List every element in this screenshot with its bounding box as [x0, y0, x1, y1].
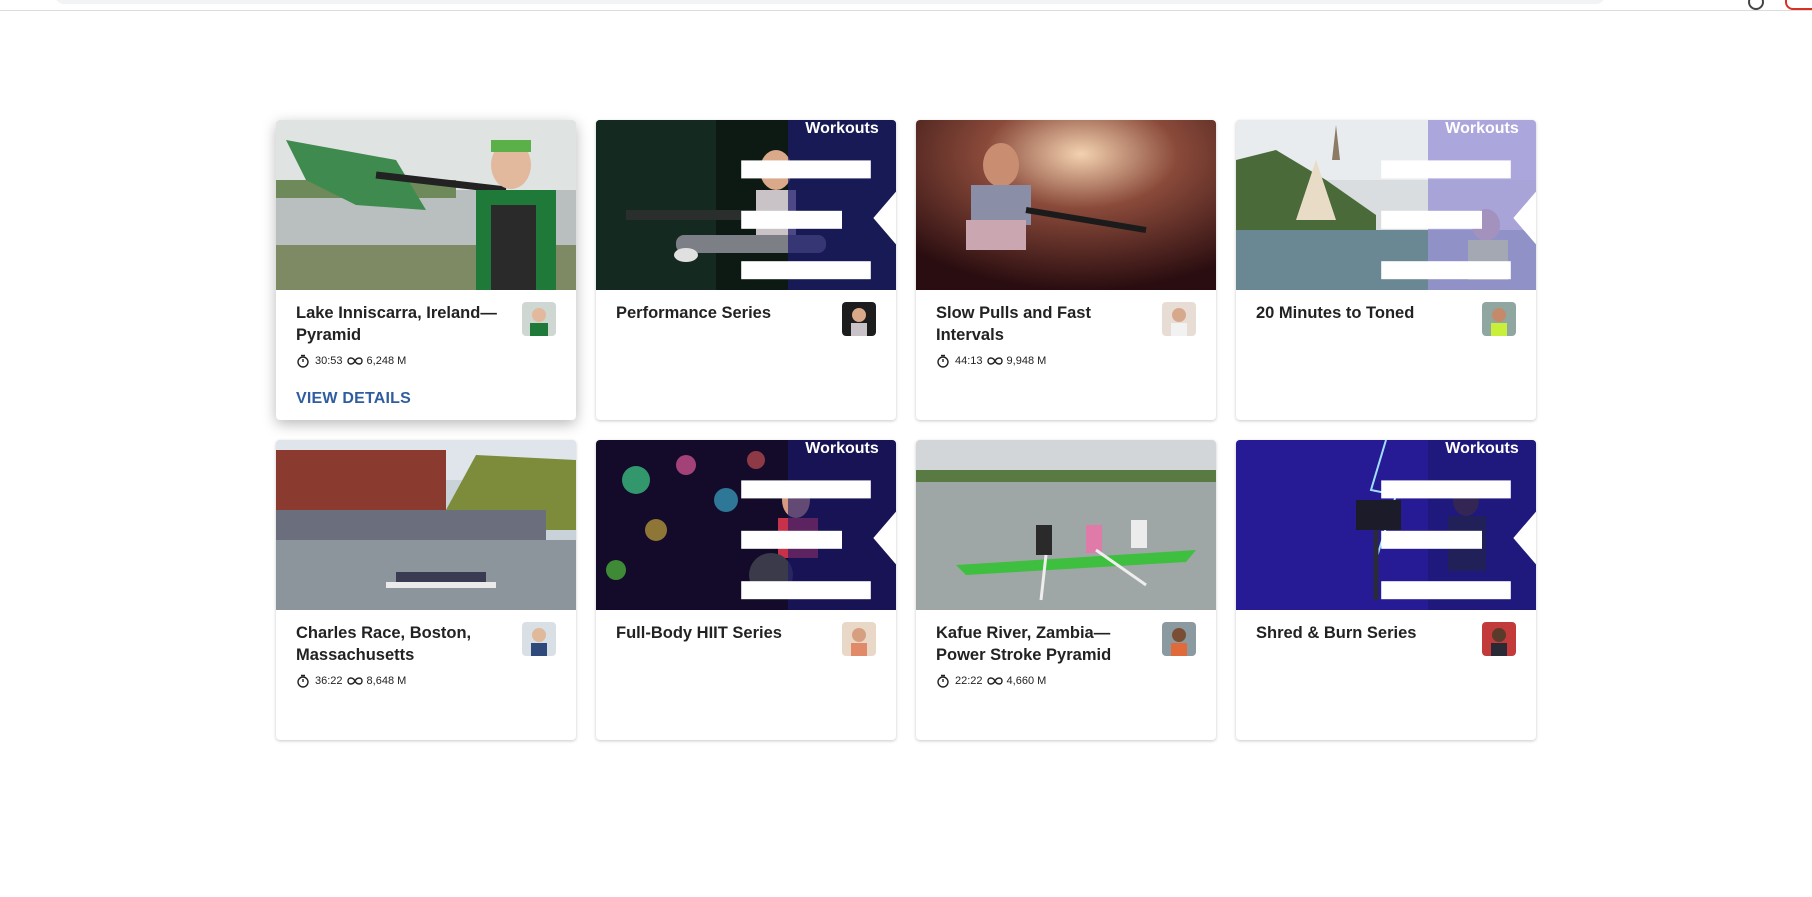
- workout-title: Full-Body HIIT Series: [616, 624, 782, 642]
- infinity-icon: [986, 677, 1003, 685]
- workout-stats: 44:13 9,948 M: [936, 354, 1196, 368]
- thumbnail-image: [916, 120, 1216, 290]
- browser-profile-button[interactable]: [1785, 0, 1812, 10]
- stopwatch-icon: [297, 674, 309, 688]
- browser-action-icon[interactable]: [1748, 0, 1764, 10]
- thumbnail-image: [916, 440, 1216, 610]
- workout-title: Slow Pulls and Fast Intervals: [936, 304, 1091, 344]
- infinity-icon: [346, 677, 363, 685]
- workout-card-lake-inniscarra[interactable]: Lake Inniscarra, Ireland—Pyramid 30:53 6…: [276, 120, 576, 420]
- workout-thumbnail[interactable]: [276, 120, 576, 290]
- stopwatch-icon: [297, 354, 309, 368]
- workout-thumbnail[interactable]: 12 Workouts: [596, 440, 896, 610]
- stopwatch-icon: [937, 354, 949, 368]
- workout-card-kafue-river[interactable]: Kafue River, Zambia—Power Stroke Pyramid…: [916, 440, 1216, 740]
- workout-count-label: Workouts: [1445, 440, 1519, 457]
- coach-avatar: [522, 302, 556, 336]
- workout-card-20-minutes-to-toned[interactable]: 12 Workouts 20 Minutes to Toned: [1236, 120, 1536, 420]
- workout-stats: 30:53 6,248 M: [296, 354, 556, 368]
- workout-thumbnail[interactable]: [276, 440, 576, 610]
- workout-time: 36:22: [315, 675, 343, 687]
- workout-title: Kafue River, Zambia—Power Stroke Pyramid: [936, 624, 1112, 664]
- series-overlay: 16 Workouts: [1381, 440, 1536, 610]
- coach-avatar: [842, 622, 876, 656]
- coach-avatar: [522, 622, 556, 656]
- playlist-icon: [1381, 160, 1536, 280]
- series-overlay: 9 Workouts: [741, 120, 896, 290]
- series-overlay: 12 Workouts: [1381, 120, 1536, 290]
- playlist-icon: [1381, 480, 1536, 600]
- stopwatch-icon: [937, 674, 949, 688]
- workout-stats: 22:22 4,660 M: [936, 674, 1196, 688]
- workout-card-slow-pulls[interactable]: Slow Pulls and Fast Intervals 44:13 9,94…: [916, 120, 1216, 420]
- workout-count-label: Workouts: [1445, 120, 1519, 137]
- workout-thumbnail[interactable]: 9 Workouts: [596, 120, 896, 290]
- address-bar[interactable]: [55, 0, 1605, 4]
- coach-avatar: [1162, 302, 1196, 336]
- playlist-icon: [741, 480, 896, 600]
- workout-thumbnail[interactable]: 12 Workouts: [1236, 120, 1536, 290]
- workout-title: Shred & Burn Series: [1256, 624, 1417, 642]
- series-overlay: 12 Workouts: [741, 440, 896, 610]
- workout-title: Charles Race, Boston, Massachusetts: [296, 624, 472, 664]
- workout-title: Performance Series: [616, 304, 772, 322]
- workout-count-label: Workouts: [805, 440, 879, 457]
- thumbnail-image: [276, 120, 576, 290]
- coach-avatar: [1162, 622, 1196, 656]
- workout-thumbnail[interactable]: [916, 440, 1216, 610]
- workout-grid: Lake Inniscarra, Ireland—Pyramid 30:53 6…: [276, 120, 1536, 740]
- workout-thumbnail[interactable]: 16 Workouts: [1236, 440, 1536, 610]
- infinity-icon: [986, 357, 1003, 365]
- workout-distance: 9,948 M: [1006, 355, 1047, 367]
- workout-time: 30:53: [315, 355, 343, 367]
- browser-top-bar: [0, 0, 1812, 11]
- infinity-icon: [346, 357, 363, 365]
- workout-count-label: Workouts: [805, 120, 879, 137]
- workout-card-charles-race[interactable]: Charles Race, Boston, Massachusetts 36:2…: [276, 440, 576, 740]
- workout-stats: 36:22 8,648 M: [296, 674, 556, 688]
- thumbnail-image: [276, 440, 576, 610]
- workout-thumbnail[interactable]: [916, 120, 1216, 290]
- workout-card-full-body-hiit[interactable]: 12 Workouts Full-Body HIIT Series: [596, 440, 896, 740]
- workout-distance: 4,660 M: [1006, 675, 1047, 687]
- workout-card-shred-and-burn[interactable]: 16 Workouts Shred & Burn Series: [1236, 440, 1536, 740]
- workout-card-performance-series[interactable]: 9 Workouts Performance Series: [596, 120, 896, 420]
- coach-avatar: [1482, 302, 1516, 336]
- workout-time: 22:22: [955, 675, 983, 687]
- coach-avatar: [842, 302, 876, 336]
- view-details-link[interactable]: VIEW DETAILS: [296, 390, 411, 408]
- workout-title: Lake Inniscarra, Ireland—Pyramid: [296, 304, 497, 344]
- workout-distance: 6,248 M: [366, 355, 407, 367]
- workout-time: 44:13: [955, 355, 983, 367]
- coach-avatar: [1482, 622, 1516, 656]
- workout-title: 20 Minutes to Toned: [1256, 304, 1415, 322]
- workout-distance: 8,648 M: [366, 675, 407, 687]
- playlist-icon: [741, 160, 896, 280]
